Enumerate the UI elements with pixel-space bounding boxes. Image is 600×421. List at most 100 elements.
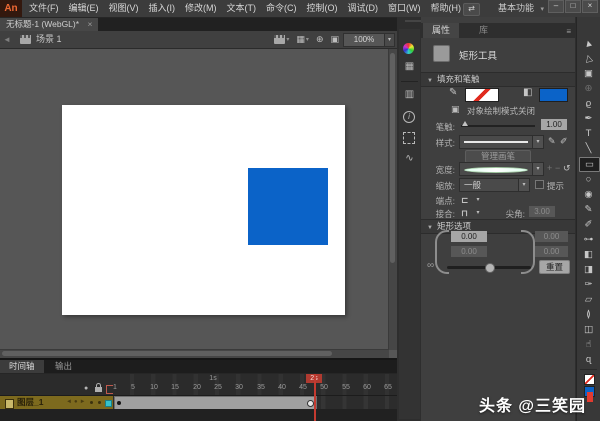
back-arrow-icon[interactable]: ◄ [3, 35, 11, 44]
lock-layers-icon[interactable] [95, 387, 102, 392]
chevron-down-icon[interactable]: ▾ [473, 194, 483, 206]
delete-profile-icon[interactable]: − [555, 163, 560, 173]
brush-library-icon[interactable]: ✐ [560, 136, 568, 147]
corner-radius-br-input[interactable]: 0.00 [535, 246, 568, 257]
join-icon[interactable]: ⊓ [461, 208, 468, 219]
motion-presets-panel-icon[interactable]: ∿ [400, 151, 419, 167]
tab-timeline[interactable]: 时间轴 [0, 360, 44, 373]
tab-properties[interactable]: 属性 [423, 23, 459, 38]
subselection-tool[interactable]: ▷ [579, 52, 598, 65]
bone-tool[interactable]: ⊶ [579, 233, 598, 246]
minimize-button[interactable]: – [548, 0, 564, 13]
tab-library[interactable]: 库 [479, 23, 488, 38]
stage-zoom-input[interactable]: 100% [343, 33, 385, 47]
menu-file[interactable]: 文件(F) [24, 0, 64, 17]
rectangle-tool[interactable]: ▭ [579, 157, 600, 172]
frame-strip[interactable] [113, 396, 397, 409]
corner-radius-slider[interactable] [447, 266, 531, 269]
scale-dropdown[interactable]: 一般 [459, 178, 523, 192]
workspace-switcher[interactable]: 基本功能 ▾ [498, 0, 544, 17]
reset-profile-icon[interactable]: ↺ [563, 163, 571, 174]
layer-visibility-dot[interactable] [90, 401, 93, 404]
cap-icon[interactable]: ⊏ [461, 195, 469, 206]
corner-radius-tr-input[interactable]: 0.00 [535, 231, 568, 242]
line-tool[interactable]: ╲ [579, 142, 598, 155]
menu-control[interactable]: 控制(O) [302, 0, 343, 17]
hand-tool[interactable]: ☝ [579, 338, 598, 351]
document-tab[interactable]: 无标题-1 (WebGL)* × [0, 18, 98, 31]
show-hide-layers-icon[interactable]: ● [84, 385, 88, 392]
frame-span[interactable] [114, 396, 317, 410]
chevron-down-icon[interactable]: ▾ [532, 162, 544, 176]
stroke-size-input[interactable]: 1.00 [541, 119, 567, 130]
pasteboard[interactable] [0, 49, 397, 358]
info-panel-icon[interactable]: i [403, 111, 415, 123]
menu-view[interactable]: 视图(V) [104, 0, 144, 17]
playhead-line[interactable] [314, 374, 316, 421]
zoom-tool[interactable]: ɋ [579, 353, 598, 366]
stroke-color-swatch[interactable] [465, 88, 499, 102]
empty-keyframe-circle[interactable] [307, 400, 314, 407]
layer-name[interactable]: 图层_1 [17, 396, 43, 409]
chevron-down-icon[interactable]: ▾ [518, 178, 530, 192]
vertical-scrollbar[interactable] [388, 49, 397, 350]
pen-tool[interactable]: ✒ [579, 112, 598, 125]
stage-canvas[interactable] [62, 105, 345, 315]
edit-stroke-style-icon[interactable]: ✎ [548, 136, 556, 147]
fill-color-swatch[interactable] [539, 88, 568, 102]
width-tool[interactable]: ≬ [579, 308, 598, 321]
menu-commands[interactable]: 命令(C) [261, 0, 302, 17]
keyframe-dot[interactable] [117, 401, 121, 405]
layer-item[interactable]: 图层_1 ◄●► [0, 396, 113, 409]
ink-bottle-tool[interactable]: ◨ [579, 263, 598, 276]
scrollbar-thumb[interactable] [2, 351, 332, 356]
eyedropper-tool[interactable]: ✑ [579, 278, 598, 291]
object-drawing-label[interactable]: 对象绘制模式关闭 [467, 105, 535, 117]
chevron-down-icon[interactable]: ▾ [473, 207, 483, 219]
clip-content-button[interactable]: ▣ [330, 34, 339, 45]
lasso-tool[interactable]: ϱ [579, 97, 598, 110]
close-icon[interactable]: × [87, 19, 92, 29]
menu-text[interactable]: 文本(T) [222, 0, 262, 17]
transform-panel-icon[interactable] [403, 132, 415, 144]
selection-tool[interactable]: ► [579, 37, 598, 50]
tab-output[interactable]: 输出 [46, 360, 81, 373]
width-profile-dropdown[interactable] [459, 162, 533, 176]
panel-menu-icon[interactable]: ≡ [566, 27, 571, 36]
stroke-slider-thumb[interactable] [462, 121, 468, 126]
swatches-panel-icon[interactable]: ▦ [400, 59, 419, 75]
color-panel-icon[interactable] [403, 43, 414, 54]
layer-outline-color[interactable] [105, 400, 112, 407]
menu-debug[interactable]: 调试(D) [343, 0, 384, 17]
menu-insert[interactable]: 插入(I) [144, 0, 181, 17]
corner-radius-tl-input[interactable]: 0.00 [451, 231, 487, 242]
app-logo[interactable]: An [0, 0, 22, 17]
frame-ruler[interactable]: 1s 2s 1 5 10 15 20 25 30 35 40 45 50 55 … [113, 374, 397, 395]
sync-icon[interactable]: ⇄ [463, 3, 480, 16]
classic-brush-tool[interactable]: ✐ [579, 218, 598, 231]
drawn-rectangle[interactable] [248, 168, 328, 245]
corner-radius-bl-input[interactable]: 0.00 [451, 246, 487, 257]
object-drawing-icon[interactable]: ▣ [451, 104, 460, 115]
free-transform-tool[interactable]: ▣ [579, 67, 598, 80]
3d-rotation-tool[interactable]: ⊕ [579, 82, 598, 95]
maximize-button[interactable]: □ [565, 0, 581, 13]
pencil-tool[interactable]: ✎ [579, 203, 598, 216]
corner-radius-slider-thumb[interactable] [485, 263, 495, 273]
paint-bucket-tool[interactable]: ◧ [579, 248, 598, 261]
menu-modify[interactable]: 修改(M) [180, 0, 222, 17]
menu-edit[interactable]: 编辑(E) [64, 0, 104, 17]
fluid-brush-tool[interactable]: ◉ [579, 188, 598, 201]
miter-input[interactable]: 3.00 [529, 206, 555, 217]
layer-keyframe-nav[interactable]: ◄●► [66, 396, 88, 409]
eraser-tool[interactable]: ▱ [579, 293, 598, 306]
scrollbar-thumb[interactable] [390, 53, 395, 263]
text-tool[interactable]: T [579, 127, 598, 140]
stroke-color-chip[interactable] [584, 374, 595, 385]
oval-tool[interactable]: ○ [579, 173, 598, 186]
camera-tool[interactable]: ◫ [579, 323, 598, 336]
chevron-down-icon[interactable]: ▾ [532, 135, 544, 149]
center-stage-button[interactable]: ⊕ [316, 34, 324, 45]
section-fill-stroke[interactable]: ▼填充和笔触 [421, 72, 575, 87]
menu-window[interactable]: 窗口(W) [383, 0, 426, 17]
